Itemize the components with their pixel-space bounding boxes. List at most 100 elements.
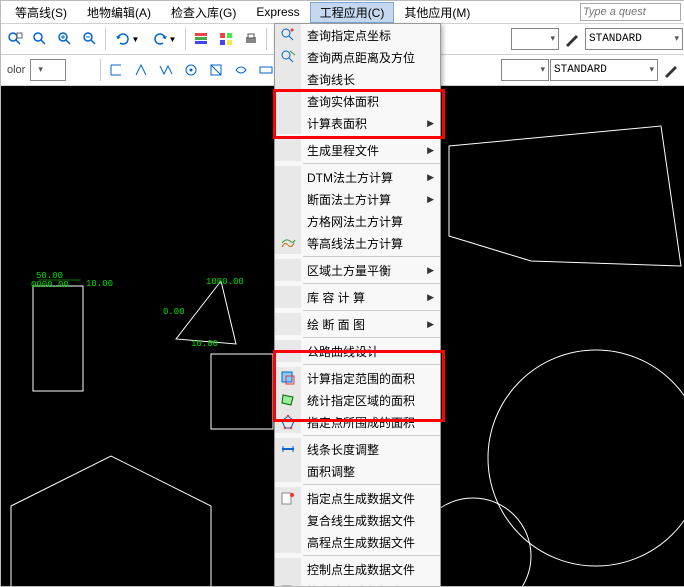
- menu-item-label: 查询线长: [301, 71, 440, 88]
- menu-item-icon: [275, 487, 301, 509]
- standard-label-2: STANDARD: [554, 64, 607, 76]
- menu-item-icon: [275, 340, 301, 362]
- menu-separator: [303, 310, 440, 311]
- menu-item-icon: [275, 438, 301, 460]
- menu-other-apps[interactable]: 其他应用(M): [394, 2, 480, 23]
- dim-text: 10.00: [86, 279, 113, 289]
- menu-item[interactable]: 绘 断 面 图▶: [275, 313, 440, 335]
- menu-item-label: 高程点生成数据文件: [301, 534, 440, 551]
- menu-item-icon: [275, 90, 301, 112]
- menu-item-label: 线条长度调整: [301, 441, 440, 458]
- submenu-arrow-icon: ▶: [427, 319, 434, 330]
- menu-item[interactable]: 面积调整: [275, 460, 440, 482]
- menu-item-icon: [275, 509, 301, 531]
- menu-item-label: 查询实体面积: [301, 93, 440, 110]
- menu-item-icon: [275, 460, 301, 482]
- t2-icon-2[interactable]: [129, 58, 153, 82]
- menu-item-label: 生成里程文件: [301, 142, 440, 159]
- help-search-input[interactable]: [580, 3, 681, 21]
- menu-item-label: 方格网法土方计算: [301, 213, 440, 230]
- menu-item[interactable]: 公路曲线设计: [275, 340, 440, 362]
- menu-item[interactable]: 库 容 计 算▶: [275, 286, 440, 308]
- swatch-icon[interactable]: [560, 27, 584, 51]
- menu-item[interactable]: 统计指定区域的面积: [275, 389, 440, 411]
- dim-text: 10.00: [191, 339, 218, 349]
- menu-item-icon: [275, 210, 301, 232]
- menu-item[interactable]: 线条长度调整: [275, 438, 440, 460]
- color-label: olor: [3, 64, 29, 76]
- color-combo[interactable]: ▾: [30, 59, 66, 81]
- menu-item-icon: [275, 286, 301, 308]
- menu-item[interactable]: 指定点所围成的面积: [275, 411, 440, 433]
- menu-item-icon: [275, 46, 301, 68]
- undo-icon[interactable]: ▼: [109, 27, 145, 51]
- swatch2-icon[interactable]: [659, 58, 683, 82]
- menu-item-label: 指定点生成数据文件: [301, 490, 440, 507]
- menu-item[interactable]: 方格网法土方计算: [275, 210, 440, 232]
- menu-object-edit[interactable]: 地物编辑(A): [77, 2, 161, 23]
- menu-item-label: 断面法土方计算: [301, 191, 440, 208]
- menu-item[interactable]: 高程点生成数据文件: [275, 531, 440, 553]
- menu-item[interactable]: 控制点生成数据文件: [275, 558, 440, 580]
- zoom-extents-icon[interactable]: [28, 27, 52, 51]
- t2-icon-3[interactable]: [154, 58, 178, 82]
- menu-item[interactable]: DTM法土方计算▶: [275, 166, 440, 188]
- dim-text: 1000.00: [206, 277, 244, 287]
- menu-item-icon: [275, 411, 301, 433]
- menu-separator: [303, 163, 440, 164]
- menu-item[interactable]: 查询两点距离及方位: [275, 46, 440, 68]
- zoom-in-icon[interactable]: [53, 27, 77, 51]
- menu-item[interactable]: 生成里程文件▶: [275, 139, 440, 161]
- menu-check-db[interactable]: 检查入库(G): [161, 2, 246, 23]
- menu-item-label: 统计指定区域的面积: [301, 392, 440, 409]
- style-combo-1[interactable]: STANDARD▾: [585, 28, 683, 50]
- dim-text: 0.00: [163, 307, 185, 317]
- menu-item-icon: [275, 313, 301, 335]
- menu-item[interactable]: 等高线法土方计算: [275, 232, 440, 254]
- menu-separator: [303, 256, 440, 257]
- layer-props-icon[interactable]: [189, 27, 213, 51]
- standard-label-1: STANDARD: [589, 33, 642, 45]
- menu-item-icon: [275, 166, 301, 188]
- menu-contour[interactable]: 等高线(S): [5, 2, 77, 23]
- menu-item[interactable]: 区域土方量平衡▶: [275, 259, 440, 281]
- menu-item-label: 查询指定点坐标: [301, 27, 440, 44]
- menu-item[interactable]: 计算指定范围的面积: [275, 367, 440, 389]
- menu-item-icon: [275, 112, 301, 134]
- menu-item-label: 控制点生成数据文件: [301, 561, 440, 578]
- menu-item[interactable]: 等高线生成数据文件: [275, 580, 440, 587]
- menu-item-label: 查询两点距离及方位: [301, 49, 440, 66]
- zoom-out-icon[interactable]: [78, 27, 102, 51]
- menu-item[interactable]: 断面法土方计算▶: [275, 188, 440, 210]
- t2-icon-4[interactable]: [179, 58, 203, 82]
- menu-separator: [303, 435, 440, 436]
- redo-icon[interactable]: ▼: [146, 27, 182, 51]
- menu-item[interactable]: 指定点生成数据文件: [275, 487, 440, 509]
- submenu-arrow-icon: ▶: [427, 172, 434, 183]
- menu-item[interactable]: 计算表面积▶: [275, 112, 440, 134]
- menu-item-icon: [275, 68, 301, 90]
- menu-separator: [303, 484, 440, 485]
- menu-item-icon: [275, 389, 301, 411]
- t2-icon-5[interactable]: [204, 58, 228, 82]
- submenu-arrow-icon: ▶: [427, 194, 434, 205]
- style-combo-2[interactable]: STANDARD▾: [550, 59, 658, 81]
- zoom-window-icon[interactable]: [3, 27, 27, 51]
- menu-item[interactable]: 查询线长: [275, 68, 440, 90]
- menu-item-label: 面积调整: [301, 463, 440, 480]
- combo-unknown1[interactable]: ▾: [511, 28, 559, 50]
- combo-unknown2[interactable]: ▾: [501, 59, 549, 81]
- menu-item[interactable]: 复合线生成数据文件: [275, 509, 440, 531]
- print-icon[interactable]: [239, 27, 263, 51]
- menu-item-icon: [275, 531, 301, 553]
- menu-express[interactable]: Express: [246, 3, 309, 21]
- t2-icon-1[interactable]: [104, 58, 128, 82]
- t2-icon-6[interactable]: [229, 58, 253, 82]
- menu-item-label: 等高线法土方计算: [301, 235, 440, 252]
- menu-item[interactable]: 查询指定点坐标: [275, 24, 440, 46]
- block-icon[interactable]: [214, 27, 238, 51]
- menu-engineering[interactable]: 工程应用(C): [310, 2, 395, 23]
- menu-item-icon: [275, 580, 301, 587]
- menu-item[interactable]: 查询实体面积: [275, 90, 440, 112]
- menu-item-label: 复合线生成数据文件: [301, 512, 440, 529]
